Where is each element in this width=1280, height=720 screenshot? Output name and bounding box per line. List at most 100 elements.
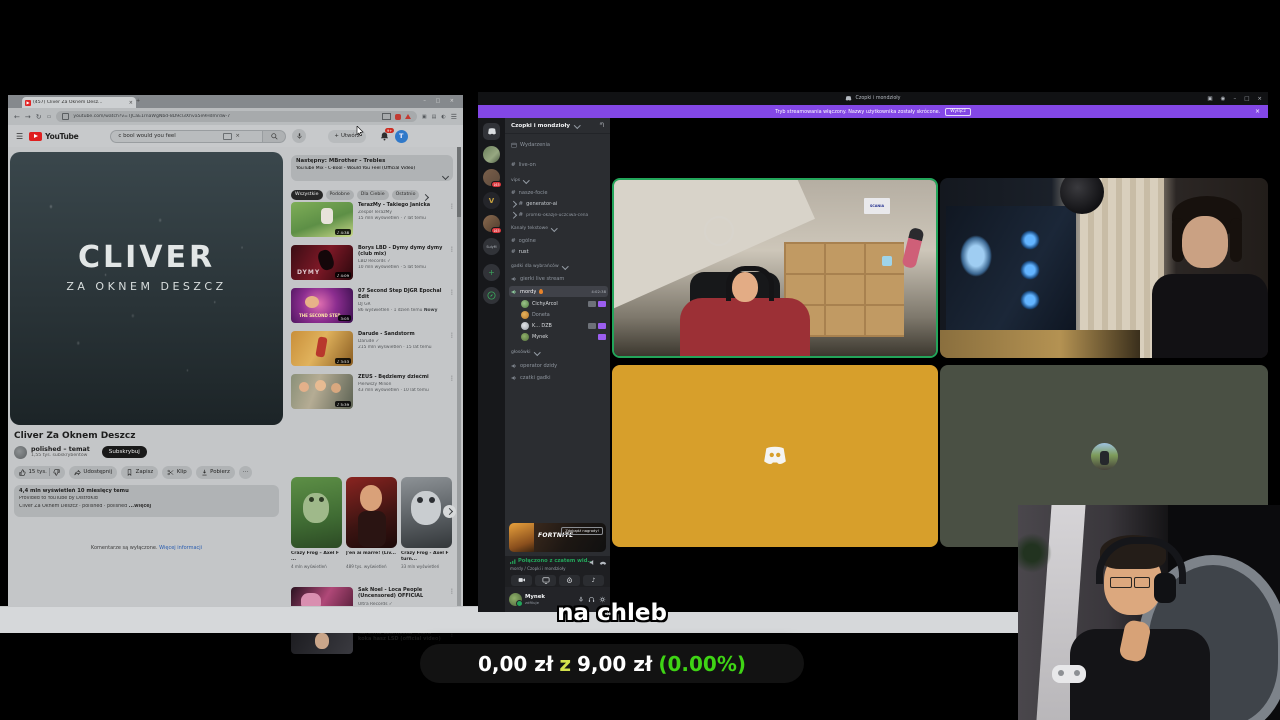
soundboard-button[interactable]: ♪ xyxy=(583,574,604,586)
description-box[interactable]: 4,4 mln wyświetleń 10 miesięcy temu Prov… xyxy=(14,485,279,517)
subscribe-button[interactable]: Subskrybuj xyxy=(101,446,147,458)
sidebar-icon[interactable]: ▤ xyxy=(432,114,437,120)
thumbs-down-icon[interactable] xyxy=(53,468,60,476)
channel-generator-ai[interactable]: # generator-ai xyxy=(510,199,604,209)
close-icon[interactable]: × xyxy=(1257,96,1262,102)
keyboard-icon[interactable] xyxy=(223,132,233,140)
add-server-button[interactable]: + xyxy=(483,264,500,281)
suggested-video[interactable]: ♪ 5:39 ZEUS - Będziemy dziećmi Pierwszy … xyxy=(291,374,455,414)
video-menu-icon[interactable]: ⋮ xyxy=(449,332,455,339)
account-avatar[interactable]: T xyxy=(394,129,408,143)
short-title[interactable]: Crazy Frog - Axel F turn... xyxy=(401,551,452,563)
voice-channel-mordy[interactable]: mordy 4:02:38 xyxy=(509,286,608,297)
activities-button[interactable] xyxy=(559,574,580,586)
suggested-video[interactable]: DYMY ♪ 4:09 Borys LBD - Dymy dymy dymy (… xyxy=(291,245,455,285)
short-thumbnail[interactable] xyxy=(346,477,397,548)
voice-channel-czatki[interactable]: czatki gadki xyxy=(511,373,604,383)
channel-events[interactable]: Wydarzenia xyxy=(511,140,604,150)
video-menu-icon[interactable]: ⋮ xyxy=(449,375,455,382)
voice-user[interactable]: Doneta xyxy=(521,310,606,320)
video-menu-icon[interactable]: ⋮ xyxy=(449,588,455,595)
short-title[interactable]: J'en ai marre! (Liv... xyxy=(346,551,397,563)
yt-menu-icon[interactable]: ☰ xyxy=(16,132,23,141)
camera-button[interactable] xyxy=(511,574,532,586)
extensions-icon[interactable]: ▣ xyxy=(422,114,427,120)
server-icon-1[interactable] xyxy=(483,146,500,163)
channel-nasze-focie[interactable]: # nasze-focie xyxy=(511,188,604,198)
video-player[interactable]: CLIVER ZA OKNEM DESZCZ xyxy=(10,152,283,425)
browser-tab[interactable]: ▶ (457) Cliver Za Oknem Desz... × xyxy=(22,97,136,108)
category-text-channels[interactable]: Kanały tekstowe xyxy=(511,225,558,232)
video-menu-icon[interactable]: ⋮ xyxy=(449,203,455,210)
suggested-video[interactable]: ♪ 4:38 TerazMy - Takiego Janicka Zespół … xyxy=(291,202,455,242)
server-icon-2[interactable]: 163 xyxy=(483,169,502,188)
back-icon[interactable]: ← xyxy=(14,113,20,121)
cast-icon[interactable] xyxy=(381,113,391,120)
category-voice[interactable]: gadki dla wybrańców xyxy=(511,263,569,270)
chip-all[interactable]: Wszystkie xyxy=(291,189,323,200)
disconnect-icon[interactable] xyxy=(599,559,607,566)
video-tile-speaker[interactable]: SCANIA xyxy=(612,178,938,358)
voice-search-button[interactable] xyxy=(292,129,307,143)
shield-extension-icon[interactable] xyxy=(394,113,401,120)
video-tile-camera-off[interactable] xyxy=(612,365,938,547)
channel-ogolne[interactable]: # ogólne xyxy=(511,236,604,246)
notifications-button[interactable]: 9+ xyxy=(380,128,394,141)
tab-close-icon[interactable]: × xyxy=(129,100,133,106)
warning-extension-icon[interactable] xyxy=(404,114,411,119)
suggested-video[interactable]: THE SECOND STEP 3:05 07 Second Step DJGR… xyxy=(291,288,455,328)
category-vips[interactable]: vips xyxy=(511,177,530,184)
maximize-icon[interactable]: □ xyxy=(1244,96,1249,102)
chip-recent[interactable]: Ostatnio xyxy=(391,189,420,200)
banner-close-icon[interactable]: × xyxy=(1255,108,1260,115)
share-button[interactable]: Udostępnij xyxy=(68,465,118,479)
help-icon[interactable]: ◉ xyxy=(1221,96,1226,102)
search-input[interactable] xyxy=(116,132,221,140)
invite-icon[interactable]: ᘉ xyxy=(600,122,604,130)
youtube-logo[interactable]: YouTube xyxy=(29,131,79,141)
address-bar[interactable]: youtube.com/watch?v=TJCaE1rnaWgNbd-8D9cl… xyxy=(56,111,417,122)
clip-button[interactable]: Klip xyxy=(162,465,192,479)
voice-channel-gierki[interactable]: gierki live stream xyxy=(511,274,604,284)
shorts-next-arrow[interactable] xyxy=(443,505,456,518)
browser-scrollbar[interactable] xyxy=(457,147,461,622)
browser-scrollbar-thumb[interactable] xyxy=(457,147,461,217)
server-header[interactable]: Czopki i mondzioły ᘉ xyxy=(505,118,610,134)
channel-avatar[interactable] xyxy=(14,445,27,459)
browser-window-controls[interactable]: – □ × xyxy=(423,98,458,104)
search-box[interactable]: × xyxy=(110,129,263,143)
fortnite-rewards-button[interactable]: Zdobądź nagrody! xyxy=(561,527,603,535)
search-button[interactable] xyxy=(262,129,287,143)
save-button[interactable]: Zapisz xyxy=(121,465,159,479)
chevron-down-icon[interactable] xyxy=(441,164,450,183)
video-menu-icon[interactable]: ⋮ xyxy=(449,289,455,296)
suggested-video[interactable]: ♪ 3:53 Darude - Sandstorm Darude ✓ 215 m… xyxy=(291,331,455,371)
minimize-icon[interactable]: – xyxy=(1233,96,1236,102)
chip-related[interactable]: Podobne xyxy=(325,189,354,200)
channel-live-on[interactable]: # live-on xyxy=(511,160,604,170)
forward-icon[interactable]: → xyxy=(25,113,31,121)
voice-user[interactable]: CichyArcol xyxy=(521,299,606,309)
streamer-mode-disable-button[interactable]: Wyłącz xyxy=(945,107,971,116)
server-icon-4[interactable]: 163 xyxy=(483,215,502,234)
profile-icon[interactable]: ◐ xyxy=(441,114,445,120)
server-icon-5[interactable]: SulyM xyxy=(483,238,500,255)
video-tile-participant[interactable] xyxy=(940,178,1268,358)
channel-name[interactable]: polished – temat xyxy=(31,446,90,453)
chip-for-you[interactable]: Dla Ciebie xyxy=(356,189,389,200)
more-actions-button[interactable]: ⋯ xyxy=(238,465,253,479)
download-button[interactable]: Pobierz xyxy=(195,465,235,479)
new-tab-button[interactable]: + xyxy=(136,98,140,104)
discord-home-button[interactable] xyxy=(483,123,500,140)
category-glosowki[interactable]: głosówki xyxy=(511,349,540,356)
like-dislike-pill[interactable]: 15 tys. xyxy=(14,465,65,479)
video-menu-icon[interactable]: ⋮ xyxy=(449,246,455,253)
channel-rust[interactable]: # rust xyxy=(511,247,604,257)
fortnite-promo-card[interactable]: FORTNITE Zdobądź nagrody! xyxy=(509,523,606,552)
reload-icon[interactable]: ↻ xyxy=(36,113,42,121)
site-info-icon[interactable] xyxy=(62,113,70,120)
description-more-link[interactable]: ...więcej xyxy=(129,504,152,509)
clear-search-icon[interactable]: × xyxy=(235,133,240,139)
short-thumbnail[interactable] xyxy=(291,477,342,548)
short-title[interactable]: Crazy Frog – Axel F ... xyxy=(291,551,342,563)
